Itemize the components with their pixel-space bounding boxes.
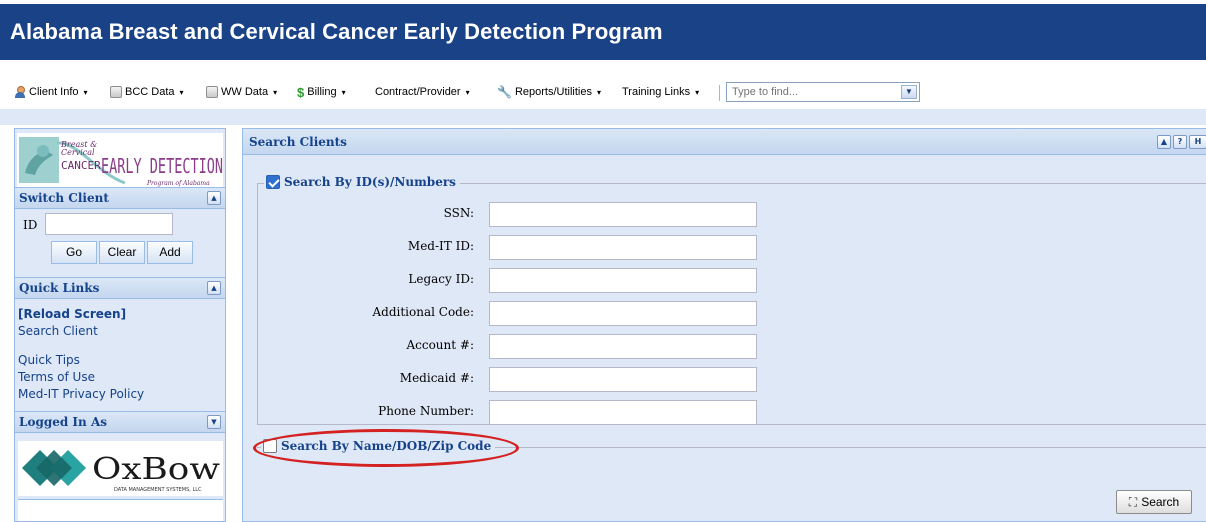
find-combobox[interactable]: ▼ [726, 82, 920, 102]
additional-code-input[interactable] [489, 301, 757, 326]
med-it-id-label: Med-IT ID: [407, 239, 474, 253]
svg-text:Cervical: Cervical [61, 148, 95, 157]
search-client-link[interactable]: Search Client [18, 324, 98, 338]
svg-text:CANCER: CANCER [61, 159, 101, 172]
wrench-icon: 🔧 [497, 85, 512, 99]
search-by-id-checkbox[interactable] [266, 175, 280, 189]
highlight-annotation [253, 429, 519, 467]
add-button[interactable]: Add [147, 241, 193, 264]
svg-text:Program of Alabama: Program of Alabama [146, 180, 210, 187]
oxbow-logo-graphic: OxBow DATA MANAGEMENT SYSTEMS, LLC [22, 450, 220, 493]
menu-separator [719, 85, 720, 101]
sidebar: Breast & Cervical CANCER EARLY DETECTION… [14, 128, 226, 522]
panel-title: Search Clients [249, 135, 347, 149]
home-icon[interactable]: H [1189, 135, 1206, 149]
medicaid-number-label: Medicaid #: [399, 371, 474, 385]
medicaid-number-input[interactable] [489, 367, 757, 392]
account-number-input[interactable] [489, 334, 757, 359]
database-icon [206, 86, 218, 98]
search-button[interactable]: ⛶ Search [1116, 490, 1192, 514]
search-by-id-fieldset: Search By ID(s)/Numbers SSN: Med-IT ID: … [257, 175, 1206, 425]
search-by-id-legend: Search By ID(s)/Numbers [264, 175, 460, 189]
id-label: ID [23, 218, 38, 232]
additional-code-label: Additional Code: [372, 305, 474, 319]
account-number-label: Account #: [406, 338, 474, 352]
dollar-icon: $ [297, 84, 305, 100]
app-title: Alabama Breast and Cervical Cancer Early… [10, 19, 663, 44]
menu-bar: Client Info ▾ BCC Data ▾ WW Data ▾ $ Billin… [0, 77, 1206, 109]
person-icon [14, 86, 26, 98]
clear-button[interactable]: Clear [99, 241, 145, 264]
client-id-input[interactable] [45, 213, 173, 235]
database-icon [110, 86, 122, 98]
menu-billing[interactable]: $ Billing ▾ [297, 83, 346, 101]
logged-in-header: Logged In As ▼ [15, 411, 225, 433]
privacy-policy-link[interactable]: Med-IT Privacy Policy [18, 387, 144, 401]
svg-text:OxBow: OxBow [92, 452, 220, 487]
panel-header: Search Clients ▲ ? H [243, 129, 1206, 155]
binoculars-icon: ⛶ [1128, 494, 1138, 509]
switch-client-buttons: Go Clear Add [17, 241, 193, 265]
collapse-icon[interactable]: ▲ [1157, 135, 1171, 149]
collapse-icon[interactable]: ▲ [207, 281, 221, 295]
bcc-logo-graphic: Breast & Cervical CANCER EARLY DETECTION… [17, 133, 223, 187]
quick-links-header: Quick Links ▲ [15, 277, 225, 299]
legacy-id-label: Legacy ID: [408, 272, 474, 286]
help-icon[interactable]: ? [1173, 135, 1187, 149]
reload-screen-link[interactable]: [Reload Screen] [18, 307, 126, 321]
search-clients-panel: Search Clients ▲ ? H Search By ID(s)/Num… [242, 128, 1206, 522]
go-button[interactable]: Go [51, 241, 97, 264]
program-logo: Breast & Cervical CANCER EARLY DETECTION… [17, 133, 223, 187]
med-it-id-input[interactable] [489, 235, 757, 260]
find-input[interactable] [727, 83, 899, 101]
menu-client-info[interactable]: Client Info ▾ [14, 83, 88, 101]
menu-bcc-data[interactable]: BCC Data ▾ [110, 83, 184, 101]
menu-ww-data[interactable]: WW Data ▾ [206, 83, 277, 101]
ssn-label: SSN: [443, 206, 474, 220]
svg-text:EARLY DETECTION: EARLY DETECTION [101, 154, 223, 178]
terms-of-use-link[interactable]: Terms of Use [18, 370, 95, 384]
menu-reports-utilities[interactable]: 🔧 Reports/Utilities ▾ [497, 83, 601, 101]
collapse-icon[interactable]: ▲ [207, 191, 221, 205]
legacy-id-input[interactable] [489, 268, 757, 293]
menu-contract-provider[interactable]: Contract/Provider ▾ [375, 83, 470, 101]
switch-client-header: Switch Client ▲ [15, 187, 225, 209]
chevron-down-icon[interactable]: ▼ [901, 85, 917, 99]
phone-number-label: Phone Number: [378, 404, 474, 418]
toolbar-band [0, 109, 1206, 125]
phone-number-input[interactable] [489, 400, 757, 425]
ssn-input[interactable] [489, 202, 757, 227]
sidebar-footer [18, 499, 223, 521]
menu-training-links[interactable]: Training Links ▾ [622, 83, 699, 101]
quick-tips-link[interactable]: Quick Tips [18, 353, 80, 367]
svg-text:DATA MANAGEMENT SYSTEMS, LLC: DATA MANAGEMENT SYSTEMS, LLC [114, 487, 202, 493]
app-header: Alabama Breast and Cervical Cancer Early… [0, 4, 1206, 60]
expand-icon[interactable]: ▼ [207, 415, 221, 429]
oxbow-logo: OxBow DATA MANAGEMENT SYSTEMS, LLC [18, 441, 223, 496]
